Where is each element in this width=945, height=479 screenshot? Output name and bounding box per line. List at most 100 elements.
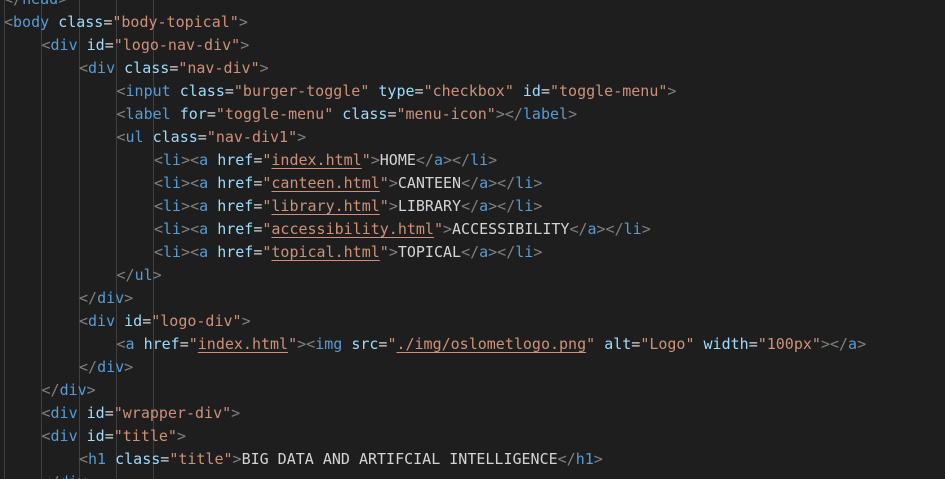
code-token: href [217, 220, 254, 238]
code-token: div [60, 473, 87, 479]
code-token: href [217, 197, 254, 215]
code-token: > [176, 427, 186, 445]
code-token: ></ [495, 105, 523, 123]
code-token: = [414, 82, 424, 100]
code-token: > [388, 197, 398, 215]
code-token: label [125, 105, 171, 123]
code-line[interactable]: <div id="title"> [42, 425, 187, 448]
code-line[interactable]: <label for="toggle-menu" class="menu-ico… [117, 103, 578, 126]
code-token: > [231, 404, 241, 422]
link-token[interactable]: accessibility.html [271, 220, 434, 238]
code-line[interactable]: </div> [42, 471, 96, 479]
link-token[interactable]: index.html [271, 151, 361, 169]
code-line[interactable]: <div id="wrapper-div"> [42, 402, 241, 425]
code-line[interactable]: <input class="burger-toggle" type="check… [117, 80, 677, 103]
code-token: > [641, 220, 651, 238]
code-token: "logo-nav-div" [113, 36, 241, 54]
code-token: < [154, 151, 164, 169]
code-token: </ [42, 473, 60, 479]
code-token: " [288, 335, 298, 353]
code-token: < [4, 13, 14, 31]
code-token: = [631, 335, 641, 353]
link-token[interactable]: library.html [271, 197, 379, 215]
code-token: id [86, 404, 105, 422]
code-line[interactable]: <li><a href="canteen.html">CANTEEN</a></… [154, 172, 542, 195]
link-token[interactable]: topical.html [271, 243, 379, 261]
code-token: div [50, 427, 78, 445]
code-token: "checkbox" [423, 82, 514, 100]
code-token: > [232, 450, 242, 468]
code-token: < [154, 220, 164, 238]
code-token: li [515, 243, 534, 261]
code-line[interactable]: <a href="index.html"><img src="./img/osl… [117, 333, 867, 356]
code-token: " [379, 243, 389, 261]
code-line[interactable]: <div class="nav-div"> [79, 57, 269, 80]
code-line[interactable]: <h1 class="title">BIG DATA AND ARTIFCIAL… [79, 448, 603, 471]
code-token: a [479, 197, 489, 215]
code-token: = [197, 128, 207, 146]
code-token: div [88, 312, 116, 330]
code-line[interactable]: </ul> [117, 264, 162, 287]
code-token: img [315, 335, 343, 353]
code-token: > [857, 335, 867, 353]
code-token: > [370, 151, 380, 169]
indent-guide [4, 0, 5, 479]
code-line[interactable]: <li><a href="topical.html">TOPICAL</a></… [154, 241, 542, 264]
code-token: "toggle-menu" [215, 105, 334, 123]
code-token: li [163, 243, 182, 261]
code-token: </ [116, 266, 135, 284]
code-token: for [179, 105, 207, 123]
code-token: href [217, 151, 254, 169]
code-line[interactable]: </div> [79, 287, 133, 310]
code-token: "nav-div1" [206, 128, 298, 146]
code-token: > [297, 128, 307, 146]
code-token: > [443, 220, 453, 238]
code-token: ul [134, 266, 153, 284]
code-token: div [50, 404, 78, 422]
code-token: < [79, 312, 89, 330]
link-token[interactable]: index.html [198, 335, 288, 353]
code-token: >< [181, 243, 200, 261]
code-token: a [433, 151, 443, 169]
code-token: "logo-div" [151, 312, 242, 330]
code-token: li [623, 220, 642, 238]
link-token[interactable]: ./img/oslometlogo.png [396, 335, 586, 353]
code-line[interactable]: <body class="body-topical"> [4, 11, 248, 34]
code-token: ></ [488, 174, 516, 192]
code-token: " [361, 151, 371, 169]
code-token: < [116, 335, 126, 353]
code-editor[interactable]: </head><body class="body-topical"><div i… [0, 0, 945, 479]
code-token: > [152, 266, 162, 284]
code-token: < [79, 450, 89, 468]
code-line[interactable]: <li><a href="accessibility.html">ACCESSI… [154, 218, 651, 241]
code-token: = [748, 335, 758, 353]
code-token: < [41, 36, 51, 54]
code-token: < [116, 105, 126, 123]
code-token: TOPICAL [397, 243, 462, 261]
code-line[interactable]: </div> [79, 356, 133, 379]
code-token: div [59, 381, 87, 399]
code-token: id [522, 82, 541, 100]
link-token[interactable]: canteen.html [271, 174, 379, 192]
code-line[interactable]: </div> [42, 379, 96, 402]
code-line[interactable]: <li><a href="index.html">HOME</a></li> [154, 149, 497, 172]
code-token: li [163, 151, 182, 169]
code-line[interactable]: <div id="logo-div"> [79, 310, 251, 333]
code-token: </ [415, 151, 434, 169]
code-token: " [586, 335, 596, 353]
code-token: a [587, 220, 597, 238]
code-line[interactable]: </head> [4, 0, 67, 11]
code-token: div [50, 36, 78, 54]
code-token: src [351, 335, 379, 353]
code-token: class [342, 105, 388, 123]
code-line[interactable]: <div id="logo-nav-div"> [42, 34, 250, 57]
code-token: </ [79, 358, 98, 376]
code-line[interactable]: <li><a href="library.html">LIBRARY</a></… [154, 195, 542, 218]
code-line[interactable]: <ul class="nav-div1"> [117, 126, 307, 149]
